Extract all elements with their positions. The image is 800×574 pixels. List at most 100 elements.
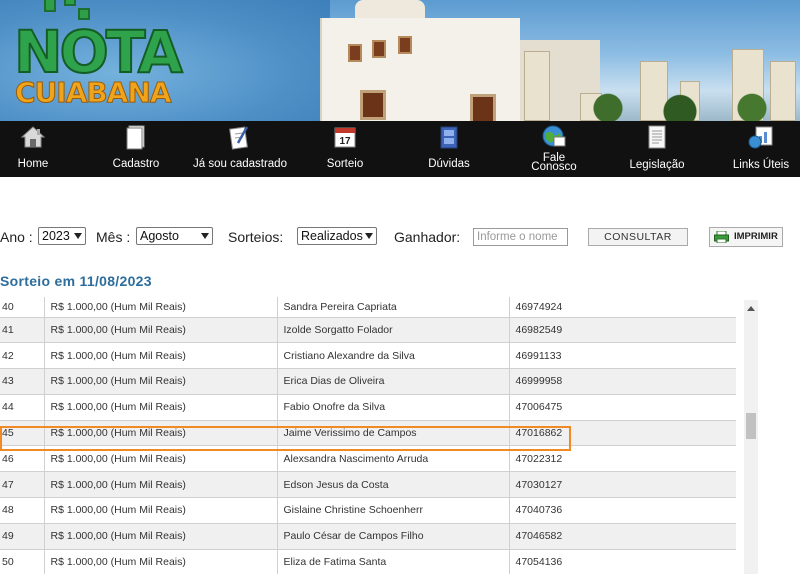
sorteios-label: Sorteios: — [228, 229, 284, 245]
nav-links-uteis[interactable]: Links Úteis — [730, 121, 792, 177]
row-winner-name: Edson Jesus da Costa — [277, 471, 510, 499]
row-ticket-code: 47054136 — [509, 549, 736, 574]
printer-icon — [714, 231, 729, 243]
row-ticket-code: 47006475 — [509, 394, 736, 421]
row-winner-name: Alexsandra Nascimento Arruda — [277, 445, 510, 473]
nav-label: Legislação — [629, 159, 685, 171]
nav-label: Já sou cadastrado — [193, 158, 287, 170]
law-document-icon — [648, 125, 666, 149]
row-winner-name: Izolde Sorgatto Folador — [277, 317, 510, 344]
nav-duvidas[interactable]: Dúvidas — [424, 121, 474, 177]
mes-select[interactable]: Agosto — [136, 227, 213, 245]
help-book-icon — [440, 126, 458, 149]
consultar-button[interactable]: CONSULTAR — [588, 228, 688, 246]
ano-select[interactable]: 2023 — [38, 227, 86, 245]
row-ticket-code: 46982549 — [509, 317, 736, 344]
header-banner: NOTA CUIABANA — [0, 0, 800, 121]
row-number: 43 — [0, 368, 45, 395]
imprimir-button[interactable]: IMPRIMIR — [709, 227, 783, 247]
table-scrollbar[interactable] — [744, 300, 758, 574]
row-prize-value: R$ 1.000,00 (Hum Mil Reais) — [44, 394, 278, 421]
nav-legislacao[interactable]: Legislação — [626, 121, 688, 177]
nav-label: Sorteio — [326, 158, 364, 170]
row-ticket-code: 47030127 — [509, 471, 736, 499]
row-prize-value: R$ 1.000,00 (Hum Mil Reais) — [44, 523, 278, 550]
table-row: 48 R$ 1.000,00 (Hum Mil Reais) Gislaine Ch… — [0, 497, 736, 524]
row-number: 49 — [0, 523, 45, 550]
table-row: 49 R$ 1.000,00 (Hum Mil Reais) Paulo César… — [0, 523, 736, 550]
ganhador-label: Ganhador: — [394, 229, 461, 245]
nav-cadastro[interactable]: Cadastro — [108, 121, 164, 177]
row-ticket-code: 47022312 — [509, 445, 736, 473]
nav-label: Dúvidas — [428, 158, 470, 170]
table-row: 42 R$ 1.000,00 (Hum Mil Reais) Cristiano A… — [0, 342, 736, 370]
main-nav: Home Cadastro Já sou cadastrado 17 Sorte… — [0, 121, 800, 177]
row-ticket-code: 47046582 — [509, 523, 736, 550]
row-ticket-code: 46991133 — [509, 342, 736, 370]
table-row: 50 R$ 1.000,00 (Hum Mil Reais) Eliza de Fa… — [0, 549, 736, 574]
row-winner-name: Sandra Pereira Capriata — [277, 297, 510, 318]
ganhador-input-placeholder: Informe o nome — [477, 231, 558, 243]
chart-globe-icon — [748, 126, 773, 149]
row-winner-name: Gislaine Christine Schoenherr — [277, 497, 510, 524]
table-row: 41 R$ 1.000,00 (Hum Mil Reais) Izolde Sorg… — [0, 317, 736, 344]
row-ticket-code: 46974924 — [509, 297, 736, 318]
imprimir-label: IMPRIMIR — [734, 231, 778, 242]
sorteios-select-value: Realizados — [301, 229, 363, 243]
nav-sorteio[interactable]: 17 Sorteio — [320, 121, 370, 177]
row-winner-name: Eliza de Fatima Santa — [277, 549, 510, 574]
results-table-container[interactable]: 40 R$ 1.000,00 (Hum Mil Reais) Sandra Pere… — [0, 297, 762, 574]
row-prize-value: R$ 1.000,00 (Hum Mil Reais) — [44, 445, 278, 473]
chevron-down-icon — [201, 233, 209, 239]
table-row: 43 R$ 1.000,00 (Hum Mil Reais) Erica Dias … — [0, 368, 736, 395]
nav-ja-sou-cadastrado[interactable]: Já sou cadastrado — [190, 121, 290, 177]
chevron-down-icon — [74, 233, 82, 239]
table-row: 47 R$ 1.000,00 (Hum Mil Reais) Edson Jesus… — [0, 471, 736, 499]
row-prize-value: R$ 1.000,00 (Hum Mil Reais) — [44, 497, 278, 524]
ganhador-input[interactable]: Informe o nome — [473, 228, 568, 246]
globe-mail-icon — [542, 125, 566, 147]
row-prize-value: R$ 1.000,00 (Hum Mil Reais) — [44, 317, 278, 344]
home-icon — [20, 126, 46, 148]
table-row: 44 R$ 1.000,00 (Hum Mil Reais) Fabio Onofr… — [0, 394, 736, 421]
row-number: 47 — [0, 471, 45, 499]
sorteios-select[interactable]: Realizados — [297, 227, 377, 245]
row-number: 46 — [0, 445, 45, 473]
nav-label: Cadastro — [112, 158, 160, 170]
nav-label: Home — [17, 158, 49, 170]
ano-select-value: 2023 — [42, 229, 70, 243]
mes-label: Mês : — [96, 229, 131, 245]
chevron-down-icon — [365, 233, 373, 239]
row-prize-value: R$ 1.000,00 (Hum Mil Reais) — [44, 420, 278, 447]
nav-fale-conosco[interactable]: Fale Conosco — [526, 121, 582, 177]
filter-bar: Ano : 2023 Mês : Agosto Sorteios: Realiz… — [0, 225, 800, 249]
row-prize-value: R$ 1.000,00 (Hum Mil Reais) — [44, 342, 278, 370]
row-number: 44 — [0, 394, 45, 421]
svg-text:17: 17 — [339, 136, 351, 147]
nav-home[interactable]: Home — [8, 121, 58, 177]
row-ticket-code: 47016862 — [509, 420, 736, 447]
row-number: 50 — [0, 549, 45, 574]
row-prize-value: R$ 1.000,00 (Hum Mil Reais) — [44, 297, 278, 318]
logo-word-cuiabana[interactable]: CUIABANA — [15, 76, 172, 109]
scroll-up-arrow-icon[interactable] — [744, 300, 758, 316]
row-winner-name: Fabio Onofre da Silva — [277, 394, 510, 421]
mes-select-value: Agosto — [140, 229, 179, 243]
results-table: 40 R$ 1.000,00 (Hum Mil Reais) Sandra Pere… — [0, 297, 736, 574]
row-prize-value: R$ 1.000,00 (Hum Mil Reais) — [44, 471, 278, 499]
row-prize-value: R$ 1.000,00 (Hum Mil Reais) — [44, 368, 278, 395]
logo-word-nota[interactable]: NOTA — [13, 21, 184, 83]
row-number: 45 — [0, 420, 45, 447]
table-row: 46 R$ 1.000,00 (Hum Mil Reais) Alexsandra … — [0, 445, 736, 473]
scroll-thumb[interactable] — [746, 413, 756, 439]
row-number: 41 — [0, 317, 45, 344]
row-winner-name: Jaime Verissimo de Campos — [277, 420, 510, 447]
row-winner-name: Erica Dias de Oliveira — [277, 368, 510, 395]
document-icon — [126, 125, 145, 150]
row-prize-value: R$ 1.000,00 (Hum Mil Reais) — [44, 549, 278, 574]
row-number: 42 — [0, 342, 45, 370]
row-ticket-code: 46999958 — [509, 368, 736, 395]
trees — [560, 89, 800, 121]
nav-label-line2: Conosco — [531, 161, 577, 173]
table-row: 40 R$ 1.000,00 (Hum Mil Reais) Sandra Pere… — [0, 297, 736, 318]
